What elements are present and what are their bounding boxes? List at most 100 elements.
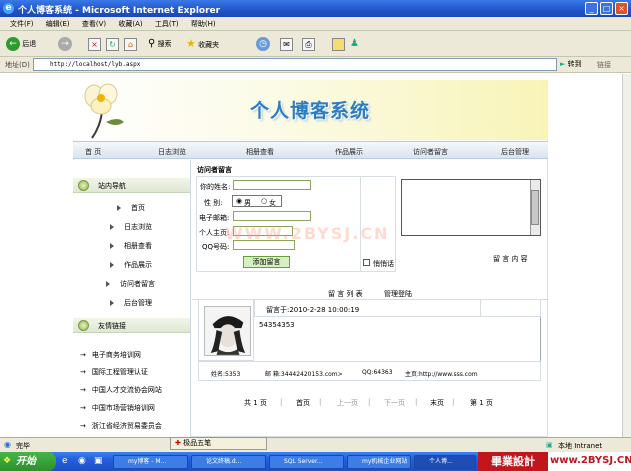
ime-label: 极品五笔 xyxy=(183,439,212,447)
qq-label: QQ号码: xyxy=(202,243,230,251)
quicklaunch-desktop-icon[interactable]: ▣ xyxy=(94,456,103,466)
menu-file[interactable]: 文件(F) xyxy=(10,17,34,31)
taskbar-item-blog[interactable]: my博客 - M... xyxy=(113,455,188,469)
taskbar-item-site[interactable]: my机械企业网站 xyxy=(347,455,411,469)
name-input[interactable] xyxy=(233,180,311,190)
site-title: 个人博客系统 xyxy=(250,100,371,122)
email-input[interactable] xyxy=(233,211,311,221)
whisper-checkbox[interactable] xyxy=(363,259,370,266)
brand-url: www.2BYSJ.CN xyxy=(550,455,631,466)
refresh-icon: ↻ xyxy=(106,37,119,51)
arrow-icon xyxy=(110,262,114,268)
content-label: 留 言 内 容 xyxy=(493,255,528,263)
intranet-icon: ▣ xyxy=(546,441,553,449)
nav-works[interactable]: 作品展示 xyxy=(335,147,363,157)
taskbar-item-blog-ie[interactable]: 个人博... xyxy=(414,455,476,469)
message-header-right-cell xyxy=(480,299,541,317)
forward-button[interactable]: → xyxy=(58,36,72,52)
sidebar-item-label: 首页 xyxy=(131,204,145,212)
nav-admin[interactable]: 后台管理 xyxy=(501,147,529,157)
menu-tools[interactable]: 工具(T) xyxy=(155,17,179,31)
go-label: 转到 xyxy=(567,60,582,68)
email-label: 电子邮箱: xyxy=(199,214,230,222)
stop-button[interactable]: × xyxy=(88,36,101,52)
window-title: 个人博客系统 - Microsoft Internet Explorer xyxy=(18,6,221,16)
friend-link-5[interactable]: → 浙江省经济贸易委员会 xyxy=(80,421,162,431)
mail-icon: ✉ xyxy=(280,37,293,51)
refresh-button[interactable]: ↻ xyxy=(106,36,119,52)
menu-view[interactable]: 查看(V) xyxy=(82,17,106,31)
nav-log-browse[interactable]: 日志浏览 xyxy=(158,147,186,157)
search-label: 搜索 xyxy=(157,40,172,48)
menu-edit[interactable]: 编辑(E) xyxy=(46,17,70,31)
back-button[interactable]: ← 后退 xyxy=(6,36,36,52)
close-button[interactable]: × xyxy=(615,2,628,15)
message-content-textarea[interactable] xyxy=(401,179,541,236)
gender-male-radio[interactable]: ◉ xyxy=(236,197,242,205)
pager-first[interactable]: 首页 xyxy=(296,398,310,408)
sidebar-item-home[interactable]: 首页 xyxy=(117,203,145,213)
messenger-button[interactable]: ♟ xyxy=(350,36,359,52)
tab-message-list[interactable]: 留 言 列 表 xyxy=(328,289,363,299)
search-button[interactable]: ⚲ 搜索 xyxy=(148,36,172,52)
mail-button[interactable]: ✉ xyxy=(280,36,293,52)
ime-toolbar[interactable]: ✚ 极品五笔 xyxy=(170,437,267,450)
favorites-button[interactable]: ★ 收藏夹 xyxy=(186,36,219,52)
go-button[interactable]: ► 转到 xyxy=(560,58,582,71)
message-author: 姓名:5353 xyxy=(211,371,241,378)
sidebar-item-works[interactable]: 作品展示 xyxy=(110,260,152,270)
taskbar-item-sqlserver[interactable]: SQL Server... xyxy=(269,455,344,469)
brand-watermark: 畢業設計 www.2BYSJ.CN xyxy=(478,452,631,471)
nav-home[interactable]: 首 页 xyxy=(85,147,101,157)
tab-manage-login[interactable]: 管理登陆 xyxy=(384,289,412,299)
page-done-icon: ◉ xyxy=(4,440,11,449)
pager-next[interactable]: 下一页 xyxy=(384,398,405,408)
taskbar-item-thesis[interactable]: 论文终稿.d... xyxy=(191,455,266,469)
friend-link-2[interactable]: → 国际工程管理认证 xyxy=(80,367,148,377)
top-navigation: 首 页 日志浏览 相册查看 作品展示 访问者留言 后台管理 xyxy=(73,141,548,159)
start-button[interactable]: ❖ 开始 xyxy=(0,452,56,471)
pager-prev[interactable]: 上一页 xyxy=(337,398,358,408)
home-button[interactable]: ⌂ xyxy=(124,36,137,52)
address-bar: 地址(D) http://localhost/lyb.aspx ► 转到 链接 xyxy=(0,57,631,73)
nav-album[interactable]: 相册查看 xyxy=(246,147,274,157)
sidebar-item-label: 作品展示 xyxy=(124,261,152,269)
menu-favorites[interactable]: 收藏(A) xyxy=(118,17,142,31)
stop-icon: × xyxy=(88,37,101,51)
pager-last[interactable]: 末页 xyxy=(430,398,444,408)
menu-help[interactable]: 帮助(H) xyxy=(191,17,216,31)
address-input[interactable]: http://localhost/lyb.aspx xyxy=(33,58,557,71)
arrow-icon: → xyxy=(80,404,86,412)
message-time: 留言于:2010-2-28 10:00:19 xyxy=(266,306,360,314)
ime-icon: ✚ xyxy=(175,439,181,447)
windows-logo-icon: ❖ xyxy=(3,456,12,466)
nav-guestbook[interactable]: 访问者留言 xyxy=(413,147,448,157)
menu-bar: 文件(F) 编辑(E) 查看(V) 收藏(A) 工具(T) 帮助(H) xyxy=(0,17,631,31)
friend-link-4[interactable]: → 中国市场营销培训网 xyxy=(80,403,155,413)
quicklaunch-ie-icon[interactable]: e xyxy=(62,456,68,466)
minimize-button[interactable]: _ xyxy=(585,2,598,15)
quicklaunch-media-icon[interactable]: ◉ xyxy=(78,456,86,466)
status-bar: ◉ 完毕 ▣ 本地 Intranet xyxy=(0,437,631,452)
arrow-icon xyxy=(106,281,110,287)
folder-button[interactable] xyxy=(332,36,345,52)
friend-link-1[interactable]: → 电子商务培训网 xyxy=(80,350,141,360)
maximize-button[interactable]: □ xyxy=(600,2,613,15)
window-titlebar[interactable]: e 个人博客系统 - Microsoft Internet Explorer _… xyxy=(0,0,631,17)
sidebar-item-log-browse[interactable]: 日志浏览 xyxy=(110,222,152,232)
gender-female-radio[interactable]: ○ xyxy=(261,197,267,205)
add-message-button[interactable]: 添加留言 xyxy=(243,256,290,268)
print-button[interactable]: ⎙ xyxy=(302,36,315,52)
go-arrow-icon: ► xyxy=(560,60,566,68)
pager-total: 共 1 页 xyxy=(244,399,267,407)
textarea-scroll-thumb[interactable] xyxy=(531,190,539,225)
links-button[interactable]: 链接 xyxy=(597,60,611,70)
sidebar-item-admin[interactable]: 后台管理 xyxy=(110,298,152,308)
friend-link-3[interactable]: → 中国人才交流协会网站 xyxy=(80,385,162,395)
name-label: 你的姓名: xyxy=(200,183,231,191)
history-button[interactable]: ◷ xyxy=(256,36,270,52)
message-homepage[interactable]: 主页:http://www.sss.com xyxy=(405,369,478,378)
sidebar-item-guestbook[interactable]: 访问者留言 xyxy=(106,279,155,289)
sidebar-item-album[interactable]: 相册查看 xyxy=(110,241,152,251)
vertical-scrollbar[interactable] xyxy=(622,74,631,437)
